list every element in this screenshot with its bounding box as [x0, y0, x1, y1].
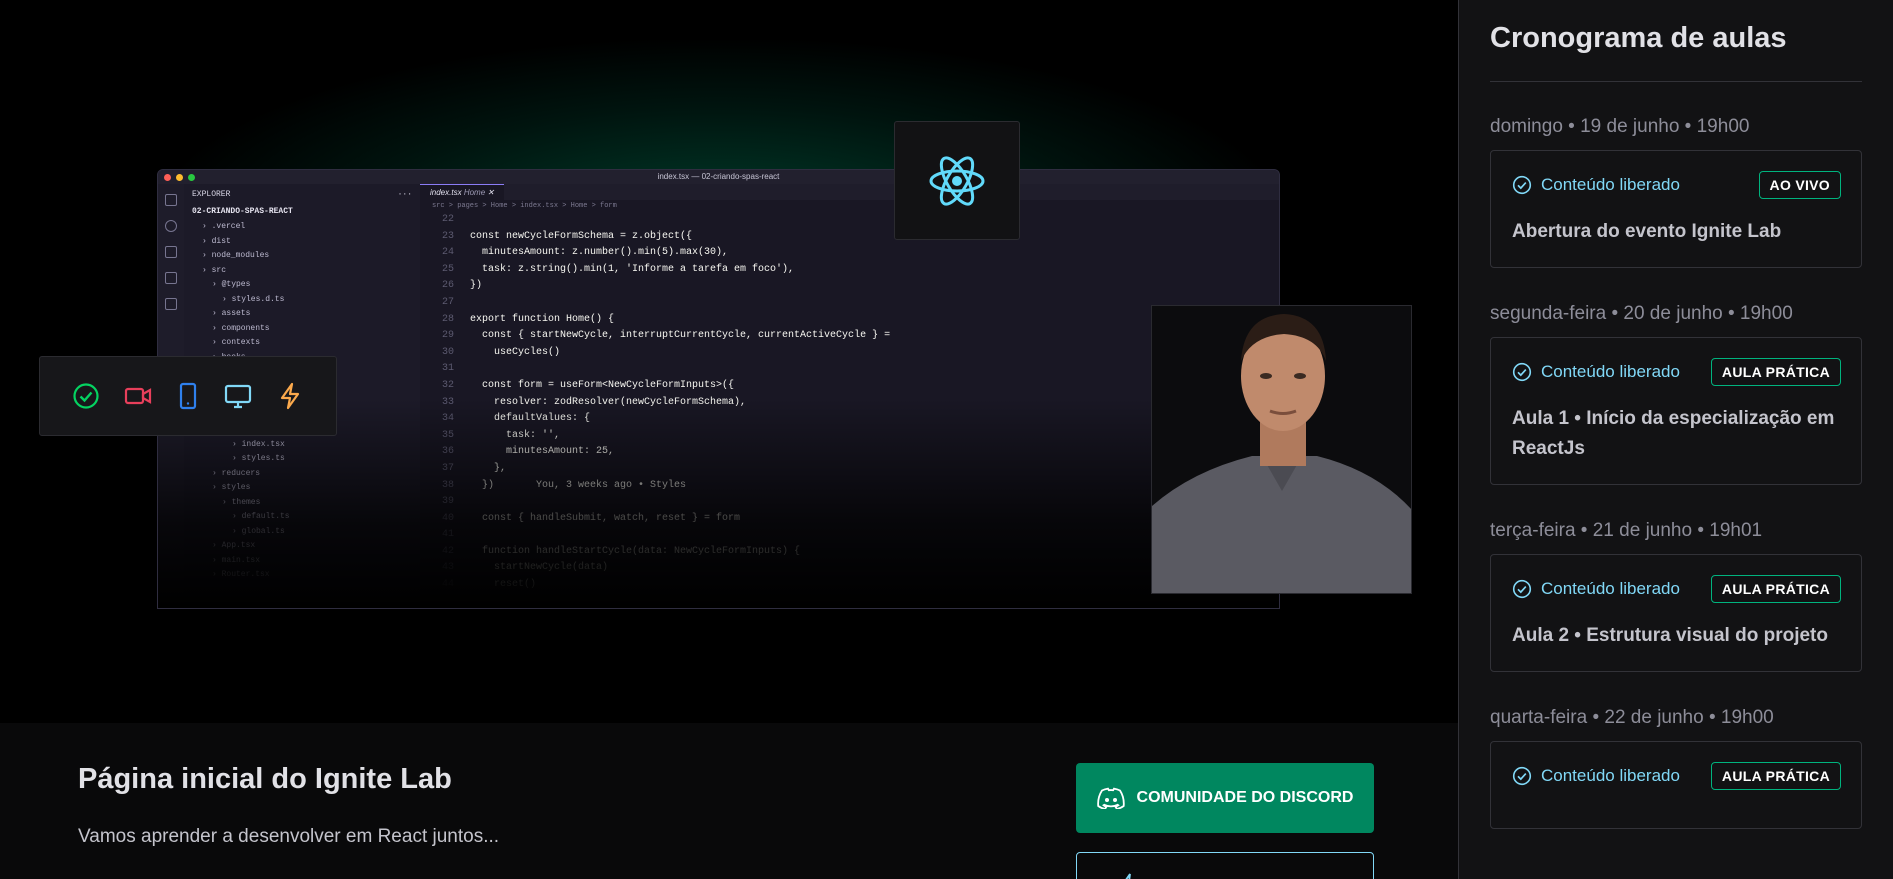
lesson-item[interactable]: terça-feira • 21 de junho • 19h01 Conteú… [1490, 520, 1862, 672]
ide-window-title: index.tsx — 02-criando-spas-react [657, 172, 780, 181]
devices-toolbar [39, 356, 337, 436]
smartphone-icon [176, 382, 200, 410]
lesson-card[interactable]: Conteúdo liberado AULA PRÁTICA Aula 2 • … [1490, 554, 1862, 672]
more-icon: ··· [397, 190, 412, 199]
lesson-date: terça-feira • 21 de junho • 19h01 [1490, 520, 1763, 541]
minimize-dot-icon [176, 174, 183, 181]
check-circle-icon [1512, 766, 1532, 786]
lightning-icon [1125, 873, 1131, 879]
discord-icon [1096, 787, 1125, 809]
lesson-card[interactable]: Conteúdo liberado AULA PRÁTICA Aula 1 • … [1490, 337, 1862, 485]
lesson-status: Conteúdo liberado [1512, 766, 1680, 786]
lesson-item[interactable]: quarta-feira • 22 de junho • 19h00 Conte… [1490, 707, 1862, 829]
files-icon [165, 194, 177, 206]
editor-tabs: index.tsx Home ✕ [420, 184, 1279, 200]
editor-breadcrumb: src > pages > Home > index.tsx > Home > … [432, 202, 617, 210]
extensions-icon [165, 298, 177, 310]
lesson-status: Conteúdo liberado [1512, 175, 1680, 195]
video-player[interactable]: index.tsx — 02-criando-spas-react EXPLOR… [0, 0, 1458, 723]
monitor-icon [223, 382, 253, 410]
code-line: 24 minutesAmount: z.number().min(5).max(… [441, 247, 729, 259]
editor-tab: index.tsx Home ✕ [420, 184, 505, 200]
react-logo-card [894, 121, 1020, 240]
tab-sub-label: Home [463, 188, 486, 197]
code-line: 23 const newCycleFormSchema = z.object({ [441, 230, 693, 242]
code-line: 22 [441, 214, 454, 225]
window-controls [164, 174, 195, 181]
lesson-status: Conteúdo liberado [1512, 362, 1680, 382]
ide-titlebar: index.tsx — 02-criando-spas-react [158, 170, 1279, 184]
explorer-row: › contexts [212, 338, 261, 347]
lesson-status-label: Conteúdo liberado [1541, 362, 1680, 381]
lesson-card[interactable]: Conteúdo liberado AO VIVO Abertura do ev… [1490, 150, 1862, 268]
react-atom-icon [929, 155, 985, 206]
explorer-row: › src [202, 265, 227, 275]
code-line: 25 task: z.string().min(1, 'Informe a ta… [441, 263, 795, 275]
tab-label: index.tsx [430, 188, 462, 197]
explorer-root: 02-CRIANDO-SPAS-REACT [192, 207, 293, 216]
explorer-row: › styles.d.ts [222, 294, 285, 304]
secondary-button[interactable] [1076, 852, 1374, 879]
schedule-sidebar: Cronograma de aulas domingo • 19 de junh… [1458, 0, 1893, 879]
lesson-date: quarta-feira • 22 de junho • 19h00 [1490, 707, 1774, 728]
explorer-header: EXPLORER [192, 190, 231, 199]
schedule-title: Cronograma de aulas [1490, 22, 1862, 82]
lesson-status-label: Conteúdo liberado [1541, 766, 1680, 785]
lesson-badge: AULA PRÁTICA [1710, 762, 1841, 790]
code-line: 26}) [441, 280, 483, 292]
debug-icon [165, 272, 177, 284]
check-circle-icon [1512, 579, 1532, 599]
check-circle-icon [1512, 362, 1532, 382]
instructor-webcam [1151, 305, 1412, 594]
lesson-badge: AO VIVO [1758, 171, 1841, 199]
discord-button-label: COMUNIDADE DO DISCORD [1136, 789, 1354, 806]
lesson-badge: AULA PRÁTICA [1710, 575, 1841, 603]
maximize-dot-icon [188, 174, 195, 181]
lightning-icon [276, 382, 304, 410]
instructor-avatar-icon [1152, 306, 1411, 593]
lesson-list: domingo • 19 de junho • 19h00 Conteúdo l… [1490, 116, 1862, 829]
explorer-row: › .vercel [202, 222, 246, 231]
lesson-badge: AULA PRÁTICA [1710, 358, 1841, 386]
close-dot-icon [164, 174, 171, 181]
lesson-date: segunda-feira • 20 de junho • 19h00 [1490, 303, 1793, 324]
check-circle-icon [1512, 175, 1532, 195]
lesson-item[interactable]: segunda-feira • 20 de junho • 19h00 Cont… [1490, 303, 1862, 485]
lesson-description: Vamos aprender a desenvolver em React ju… [78, 826, 500, 847]
lesson-info: Página inicial do Ignite Lab Vamos apren… [0, 723, 1458, 879]
lesson-status-label: Conteúdo liberado [1541, 175, 1680, 194]
explorer-row: › assets [212, 309, 251, 318]
lesson-title: Página inicial do Ignite Lab [78, 763, 452, 795]
explorer-row: › node_modules [202, 251, 270, 260]
lesson-item[interactable]: domingo • 19 de junho • 19h00 Conteúdo l… [1490, 116, 1862, 268]
discord-community-button[interactable]: COMUNIDADE DO DISCORD [1076, 763, 1374, 833]
explorer-row: › @types [212, 280, 251, 289]
check-circle-icon [72, 382, 100, 410]
source-control-icon [165, 246, 177, 258]
explorer-row: › components [212, 323, 270, 333]
explorer-row: › dist [202, 236, 231, 246]
video-camera-icon [123, 382, 153, 410]
lesson-card[interactable]: Conteúdo liberado AULA PRÁTICA [1490, 741, 1862, 829]
lesson-date: domingo • 19 de junho • 19h00 [1490, 116, 1750, 137]
lesson-card-title: Abertura do evento Ignite Lab [1512, 221, 1782, 242]
lesson-card-title: Aula 2 • Estrutura visual do projeto [1512, 625, 1828, 646]
lesson-status: Conteúdo liberado [1512, 579, 1680, 599]
lesson-card-title: Aula 1 • Início da especialização em Rea… [1512, 408, 1835, 459]
lesson-status-label: Conteúdo liberado [1541, 579, 1680, 598]
search-icon [165, 220, 177, 232]
